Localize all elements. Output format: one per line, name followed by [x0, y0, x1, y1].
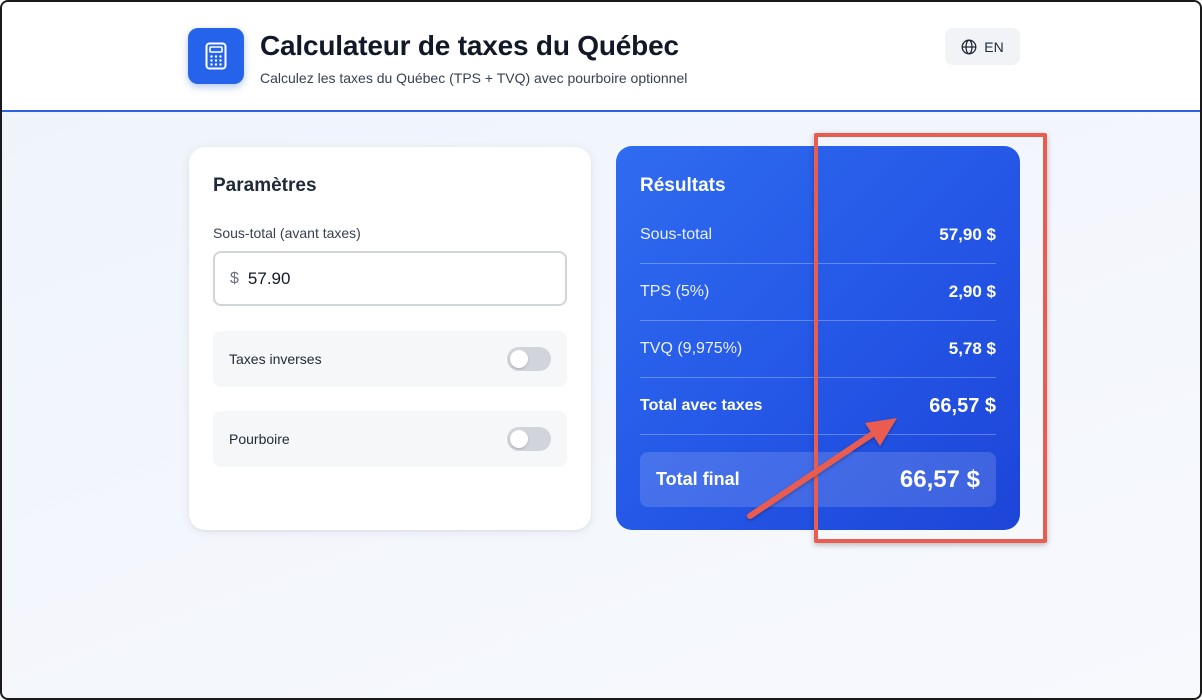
- app-header: Calculateur de taxes du Québec Calculez …: [2, 2, 1200, 112]
- result-value: 57,90 $: [939, 225, 996, 244]
- tip-row: Pourboire: [213, 411, 567, 467]
- parameters-title: Paramètres: [213, 175, 317, 196]
- result-value: 5,78 $: [948, 339, 996, 358]
- result-label: Sous-total: [640, 226, 713, 243]
- language-label: EN: [984, 38, 1004, 55]
- globe-icon: [961, 39, 977, 55]
- result-row-tps: TPS (5%) 2,90 $: [640, 264, 996, 321]
- results-title: Résultats: [640, 175, 726, 196]
- result-label: Total avec taxes: [640, 397, 763, 414]
- result-row-total-with-taxes: Total avec taxes 66,57 $: [640, 378, 996, 435]
- subtotal-input-value[interactable]: 57.90: [248, 269, 291, 289]
- result-value: 2,90 $: [948, 282, 996, 301]
- page-subtitle: Calculez les taxes du Québec (TPS + TVQ)…: [260, 70, 688, 86]
- subtotal-input[interactable]: $ 57.90: [213, 251, 567, 306]
- result-label: TVQ (9,975%): [640, 340, 743, 357]
- toggle-knob: [510, 350, 528, 368]
- toggle-knob: [510, 430, 528, 448]
- result-row-subtotal: Sous-total 57,90 $: [640, 207, 996, 264]
- reverse-tax-toggle[interactable]: [507, 347, 551, 371]
- final-total-box: Total final 66,57 $: [640, 452, 996, 507]
- results-card: Résultats Sous-total 57,90 $ TPS (5%) 2,…: [616, 146, 1020, 530]
- app-window: Calculateur de taxes du Québec Calculez …: [0, 0, 1202, 700]
- calculator-icon: [188, 28, 244, 84]
- result-value: 66,57 $: [929, 394, 996, 417]
- final-total-value: 66,57 $: [899, 465, 980, 493]
- page-title: Calculateur de taxes du Québec: [260, 30, 679, 61]
- reverse-tax-row: Taxes inverses: [213, 331, 567, 387]
- currency-symbol: $: [230, 269, 239, 287]
- tip-label: Pourboire: [229, 431, 290, 447]
- subtotal-label: Sous-total (avant taxes): [213, 225, 361, 241]
- reverse-tax-label: Taxes inverses: [229, 351, 322, 367]
- language-toggle-button[interactable]: EN: [945, 28, 1020, 65]
- result-label: TPS (5%): [640, 283, 710, 300]
- final-total-label: Total final: [656, 469, 740, 489]
- result-row-tvq: TVQ (9,975%) 5,78 $: [640, 321, 996, 378]
- parameters-card: Paramètres Sous-total (avant taxes) $ 57…: [189, 147, 591, 530]
- tip-toggle[interactable]: [507, 427, 551, 451]
